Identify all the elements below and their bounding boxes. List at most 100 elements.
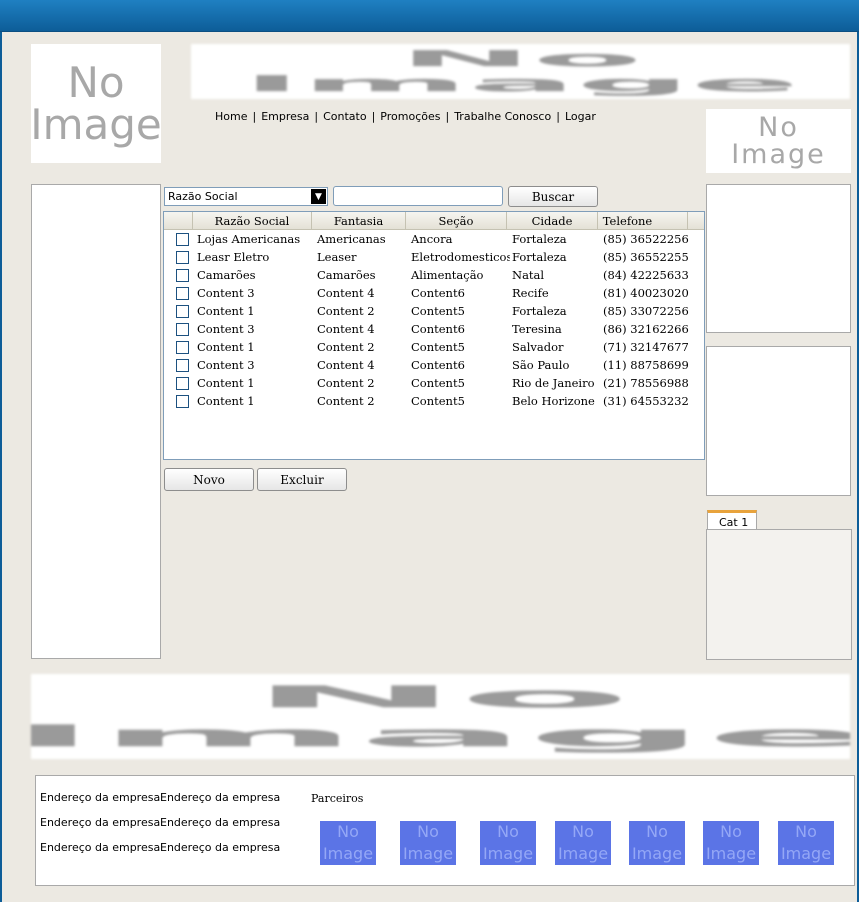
row-checkbox[interactable]: [176, 232, 189, 246]
partner-logo-text-line1: No: [572, 822, 594, 841]
table-cell: Content 2: [317, 394, 375, 408]
table-cell: Content 1: [197, 304, 255, 318]
row-checkbox[interactable]: [176, 322, 189, 336]
row-checkbox[interactable]: [176, 304, 189, 318]
table-cell: Content 3: [197, 286, 255, 300]
left-sidebar-panel: [31, 184, 161, 659]
header-razao-social[interactable]: Razão Social: [193, 212, 312, 229]
table-cell: Camarões: [197, 268, 256, 282]
header-telefone[interactable]: Telefone: [598, 212, 688, 229]
table-cell: Eletrodomesticos: [411, 250, 510, 264]
address-line: Endereço da empresa: [40, 791, 161, 804]
top-banner-text-line2: Image: [241, 70, 800, 97]
partner-logo-text-line2: Image: [322, 844, 374, 863]
table-row[interactable]: Leasr Eletro Leaser Eletrodomesticos Fortal…: [164, 248, 704, 266]
address-line: Endereço da empresa: [160, 791, 281, 804]
table-header: Razão Social Fantasia Seção Cidade Telef…: [164, 212, 704, 230]
row-checkbox[interactable]: [176, 268, 189, 282]
top-banner-image: No Image: [191, 44, 850, 99]
table-row[interactable]: Content 1 Content 2 Content5 Belo Horizone (…: [164, 392, 704, 410]
header-fantasia[interactable]: Fantasia: [312, 212, 406, 229]
partner-logo-text-line2: Image: [631, 844, 683, 863]
table-cell: Content 4: [317, 358, 375, 372]
header-cidade[interactable]: Cidade: [507, 212, 598, 229]
window-titlebar[interactable]: [0, 0, 859, 32]
delete-button[interactable]: Excluir: [257, 468, 347, 491]
nav-contato[interactable]: Contato: [323, 110, 366, 123]
table-cell: (81) 40023020: [603, 286, 689, 300]
side-ad-text-line2: Image: [731, 139, 826, 170]
top-banner-text-line1: No: [398, 45, 643, 72]
nav-separator: |: [445, 110, 450, 123]
chevron-down-icon[interactable]: ▼: [311, 189, 326, 204]
nav-separator: |: [252, 110, 257, 123]
partner-logo[interactable]: No Image: [480, 821, 536, 865]
address-line: Endereço da empresa: [40, 841, 161, 854]
partner-logo[interactable]: No Image: [778, 821, 834, 865]
search-button[interactable]: Buscar: [508, 186, 598, 207]
table-row[interactable]: Content 3 Content 4 Content6 Teresina (86) 3…: [164, 320, 704, 338]
table-row[interactable]: Content 3 Content 4 Content6 São Paulo (11) …: [164, 356, 704, 374]
table-cell: Content 2: [317, 376, 375, 390]
table-cell: Salvador: [512, 340, 564, 354]
table-cell: Natal: [512, 268, 545, 282]
search-input[interactable]: [333, 186, 503, 206]
table-cell: Camarões: [317, 268, 376, 282]
partner-logo-text-line2: Image: [705, 844, 757, 863]
header-checkbox-column: [164, 212, 193, 229]
nav-separator: |: [314, 110, 319, 123]
new-button[interactable]: Novo: [164, 468, 254, 491]
search-filter-select[interactable]: Razão Social ▼: [164, 187, 328, 206]
table-row[interactable]: Lojas Americanas Americanas Ancora Fortalez…: [164, 230, 704, 248]
partner-logo[interactable]: No Image: [320, 821, 376, 865]
tab-content-panel: [706, 529, 852, 660]
partner-logo-text-line1: No: [795, 822, 817, 841]
logo-image[interactable]: No Image: [31, 44, 161, 163]
row-checkbox[interactable]: [176, 358, 189, 372]
table-cell: Fortaleza: [512, 232, 567, 246]
partner-logo-text-line1: No: [417, 822, 439, 841]
partner-logo[interactable]: No Image: [703, 821, 759, 865]
table-row[interactable]: Content 1 Content 2 Content5 Fortaleza (85) …: [164, 302, 704, 320]
nav-logar[interactable]: Logar: [565, 110, 596, 123]
table-cell: São Paulo: [512, 358, 570, 372]
table-cell: Ancora: [411, 232, 453, 246]
right-panel-middle: [706, 346, 851, 496]
table-cell: (11) 88758699: [603, 358, 689, 372]
table-cell: Content 3: [197, 322, 255, 336]
row-checkbox[interactable]: [176, 250, 189, 264]
table-cell: Content 2: [317, 304, 375, 318]
row-checkbox[interactable]: [176, 286, 189, 300]
partner-logo-text-line1: No: [497, 822, 519, 841]
header-secao[interactable]: Seção: [406, 212, 507, 229]
right-panel-top: [706, 184, 851, 333]
nav-trabalhe-conosco[interactable]: Trabalhe Conosco: [454, 110, 551, 123]
nav-home[interactable]: Home: [215, 110, 247, 123]
table-row[interactable]: Content 1 Content 2 Content5 Rio de Janeiro…: [164, 374, 704, 392]
table-cell: (85) 36522256: [603, 232, 689, 246]
search-filter-value: Razão Social: [168, 190, 238, 203]
partner-logo-text-line2: Image: [402, 844, 454, 863]
table-cell: Content5: [411, 304, 465, 318]
side-ad-text-line1: No: [758, 112, 799, 143]
table-cell: (31) 64553232: [603, 394, 689, 408]
table-cell: Lojas Americanas: [197, 232, 301, 246]
partner-logo-text-line1: No: [646, 822, 668, 841]
tab-cat-1[interactable]: Cat 1: [707, 510, 757, 530]
table-cell: Recife: [512, 286, 549, 300]
window-frame-left: [0, 32, 2, 902]
table-row[interactable]: Camarões Camarões Alimentação Natal (84) 422…: [164, 266, 704, 284]
nav-promocoes[interactable]: Promoções: [380, 110, 440, 123]
table-cell: Teresina: [512, 322, 562, 336]
nav-empresa[interactable]: Empresa: [261, 110, 309, 123]
row-checkbox[interactable]: [176, 394, 189, 408]
row-checkbox[interactable]: [176, 376, 189, 390]
table-cell: Content5: [411, 376, 465, 390]
row-checkbox[interactable]: [176, 340, 189, 354]
partner-logo[interactable]: No Image: [400, 821, 456, 865]
table-row[interactable]: Content 1 Content 2 Content5 Salvador (71) 3…: [164, 338, 704, 356]
table-row[interactable]: Content 3 Content 4 Content6 Recife (81) 400…: [164, 284, 704, 302]
bottom-banner-text-line1: No: [249, 679, 631, 714]
partner-logo[interactable]: No Image: [629, 821, 685, 865]
partner-logo[interactable]: No Image: [555, 821, 611, 865]
